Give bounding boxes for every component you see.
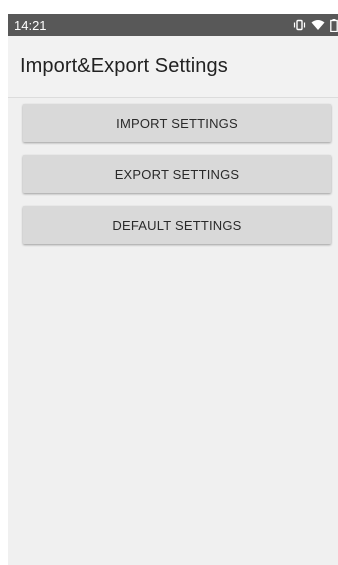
- default-settings-button[interactable]: DEFAULT SETTINGS: [23, 206, 331, 244]
- battery-icon: [330, 18, 338, 32]
- wifi-icon: [311, 19, 325, 31]
- export-settings-button[interactable]: EXPORT SETTINGS: [23, 155, 331, 193]
- vibrate-icon: [293, 19, 306, 31]
- phone-screen: 14:21 Import&Export Settings IMPORT SETT…: [8, 14, 338, 565]
- status-bar: 14:21: [8, 14, 338, 36]
- import-settings-button[interactable]: IMPORT SETTINGS: [23, 104, 331, 142]
- page-title: Import&Export Settings: [20, 55, 228, 77]
- settings-button-list: IMPORT SETTINGS EXPORT SETTINGS DEFAULT …: [8, 98, 338, 244]
- status-time: 14:21: [14, 17, 47, 33]
- status-icons: [293, 14, 338, 36]
- action-bar: Import&Export Settings: [8, 36, 338, 98]
